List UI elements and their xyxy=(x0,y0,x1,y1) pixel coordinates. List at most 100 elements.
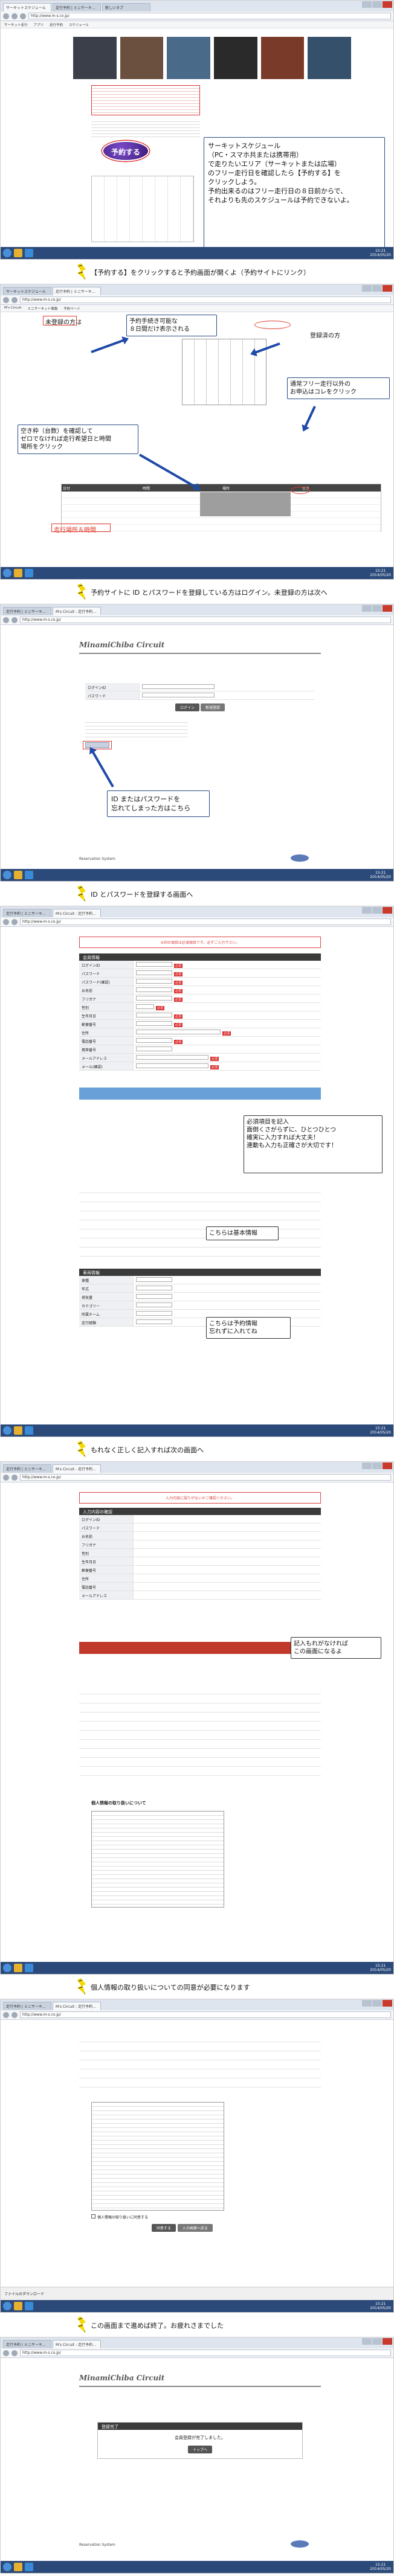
browser-icon[interactable] xyxy=(25,2302,33,2310)
start-icon[interactable] xyxy=(3,249,11,257)
privacy-textarea[interactable] xyxy=(91,1811,224,1908)
folder-icon[interactable] xyxy=(14,1426,22,1435)
browser-tab[interactable]: 走行予約 | ミニサーキ… xyxy=(3,1464,51,1473)
slot-cells-highlight[interactable] xyxy=(200,492,291,516)
minimize-icon[interactable] xyxy=(362,2338,372,2345)
category-select[interactable] xyxy=(136,1302,172,1307)
start-icon[interactable] xyxy=(3,871,11,879)
forward-icon[interactable] xyxy=(11,296,18,303)
folder-icon[interactable] xyxy=(14,249,22,257)
forward-icon[interactable] xyxy=(11,2350,18,2356)
experience-select[interactable] xyxy=(136,1319,172,1324)
browser-icon[interactable] xyxy=(25,1964,33,1972)
start-icon[interactable] xyxy=(3,2302,11,2310)
close-icon[interactable] xyxy=(383,2338,392,2345)
bookmark-item[interactable]: 走行予約 xyxy=(50,22,63,27)
bookmark-item[interactable]: スケジュール xyxy=(69,22,89,27)
start-icon[interactable] xyxy=(3,1964,11,1972)
maximize-icon[interactable] xyxy=(372,2338,382,2345)
browser-tab[interactable]: M's Circuit - 走行予約… xyxy=(53,2002,101,2010)
browser-tab[interactable]: 走行予約 | ミニサーキ… xyxy=(53,3,101,11)
forward-icon[interactable] xyxy=(11,617,18,623)
zip-input[interactable] xyxy=(136,1020,172,1026)
browser-tab[interactable]: M's Circuit - 走行予約… xyxy=(53,909,101,917)
browser-tab[interactable]: サーキットスケジュール xyxy=(3,287,51,295)
browser-tab[interactable]: 走行予約 | ミニサーキ… xyxy=(53,287,101,295)
browser-tab[interactable]: M's Circuit - 走行予約… xyxy=(53,607,101,615)
top-button[interactable]: トップへ xyxy=(187,2446,212,2453)
folder-icon[interactable] xyxy=(14,1964,22,1972)
minimize-icon[interactable] xyxy=(362,1,372,8)
maximize-icon[interactable] xyxy=(372,907,382,914)
close-icon[interactable] xyxy=(383,285,392,292)
start-icon[interactable] xyxy=(3,2563,11,2571)
url-input[interactable]: http://www.m-s.co.jp/ xyxy=(20,2350,391,2356)
displacement-input[interactable] xyxy=(136,1293,172,1299)
agree-button[interactable]: 同意する xyxy=(152,2224,176,2232)
folder-icon[interactable] xyxy=(14,569,22,577)
url-input[interactable]: http://www.m-s.co.jp/ xyxy=(28,13,391,19)
name-input[interactable] xyxy=(136,987,172,992)
back-button[interactable]: 入力画面へ戻る xyxy=(177,2224,213,2232)
url-input[interactable]: http://www.m-s.co.jp/ xyxy=(20,617,391,623)
browser-icon[interactable] xyxy=(25,871,33,879)
back-icon[interactable] xyxy=(3,918,9,925)
close-icon[interactable] xyxy=(383,1463,392,1469)
back-icon[interactable] xyxy=(3,2350,9,2356)
forward-icon[interactable] xyxy=(11,2011,18,2018)
browser-icon[interactable] xyxy=(25,1426,33,1435)
back-icon[interactable] xyxy=(3,1474,9,1481)
password-confirm-input[interactable] xyxy=(136,978,172,984)
back-icon[interactable] xyxy=(3,617,9,623)
phone-input[interactable] xyxy=(136,1037,172,1043)
back-icon[interactable] xyxy=(3,2011,9,2018)
login-button[interactable]: ログイン xyxy=(175,703,200,711)
bookmark-item[interactable]: 予約ページ xyxy=(63,306,80,311)
reserve-button[interactable]: 予約する xyxy=(102,141,149,161)
vehicle-input[interactable] xyxy=(136,1277,172,1282)
forward-icon[interactable] xyxy=(11,918,18,925)
start-icon[interactable] xyxy=(3,569,11,577)
bookmark-item[interactable]: ミニサーキット情報 xyxy=(28,306,58,311)
browser-icon[interactable] xyxy=(25,569,33,577)
bookmark-item[interactable]: サーキット走行 xyxy=(4,22,28,27)
minimize-icon[interactable] xyxy=(362,907,372,914)
browser-tab[interactable]: 新しいタブ xyxy=(102,3,150,11)
folder-icon[interactable] xyxy=(14,871,22,879)
close-icon[interactable] xyxy=(383,605,392,612)
maximize-icon[interactable] xyxy=(372,1,382,8)
browser-tab[interactable]: M's Circuit - 走行予約… xyxy=(53,1464,101,1473)
maximize-icon[interactable] xyxy=(372,1463,382,1469)
browser-tab[interactable]: サーキットスケジュール xyxy=(3,3,51,11)
kana-input[interactable] xyxy=(136,995,172,1001)
reload-icon[interactable] xyxy=(20,13,26,19)
team-input[interactable] xyxy=(136,1310,172,1316)
download-label[interactable]: ファイルのダウンロード xyxy=(4,2292,44,2296)
bookmark-item[interactable]: M's Circuit xyxy=(4,306,22,310)
url-input[interactable]: http://www.m-s.co.jp/ xyxy=(20,296,391,303)
url-input[interactable]: http://www.m-s.co.jp/ xyxy=(20,2011,391,2018)
mobile-input[interactable] xyxy=(136,1046,172,1051)
browser-tab[interactable]: 走行予約 | ミニサーキ… xyxy=(3,909,51,917)
form-rows-continued[interactable] xyxy=(79,1184,321,1263)
password-input[interactable] xyxy=(142,692,215,697)
browser-tab[interactable]: M's Circuit - 走行予約… xyxy=(53,2340,101,2348)
folder-icon[interactable] xyxy=(14,2563,22,2571)
forward-icon[interactable] xyxy=(11,13,18,19)
browser-tab[interactable]: 走行予約 | ミニサーキ… xyxy=(3,607,51,615)
url-input[interactable]: http://www.m-s.co.jp/ xyxy=(20,918,391,925)
birthday-input[interactable] xyxy=(136,1012,172,1017)
minimize-icon[interactable] xyxy=(362,1463,372,1469)
year-input[interactable] xyxy=(136,1285,172,1290)
email-input[interactable] xyxy=(136,1054,208,1060)
maximize-icon[interactable] xyxy=(372,285,382,292)
minimize-icon[interactable] xyxy=(362,2000,372,2007)
bookmark-item[interactable]: アプリ xyxy=(34,22,44,27)
browser-icon[interactable] xyxy=(25,2563,33,2571)
minimize-icon[interactable] xyxy=(362,605,372,612)
close-icon[interactable] xyxy=(383,1,392,8)
url-input[interactable]: http://www.m-s.co.jp/ xyxy=(20,1474,391,1481)
gender-select[interactable] xyxy=(136,1004,154,1009)
email-confirm-input[interactable] xyxy=(136,1063,208,1068)
login-id-input[interactable] xyxy=(136,961,172,967)
